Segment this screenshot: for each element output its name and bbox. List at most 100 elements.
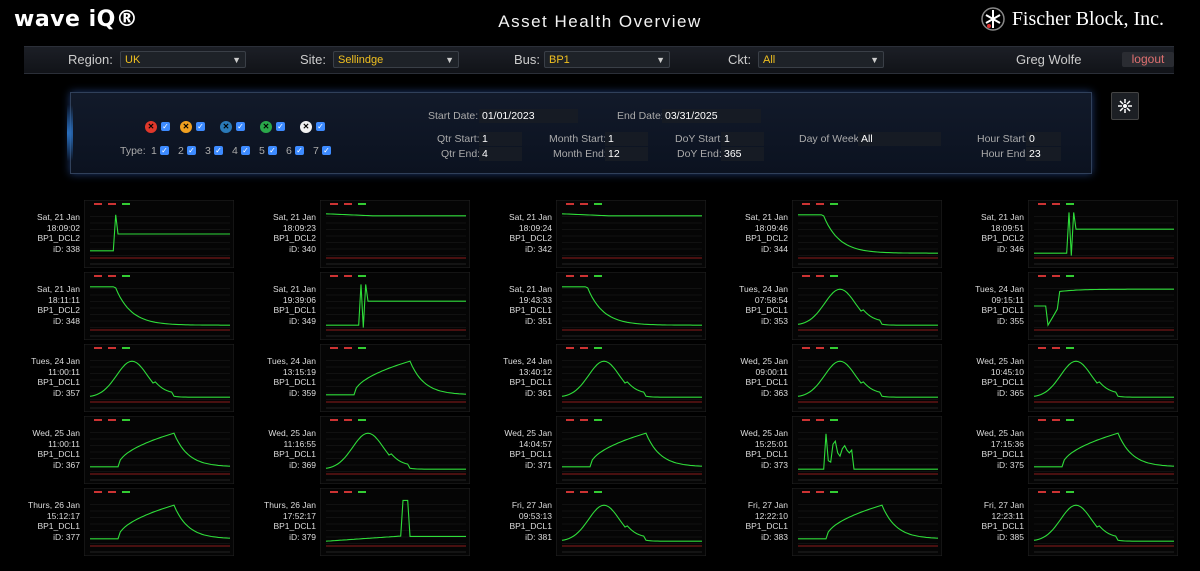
waveform-plot[interactable] bbox=[84, 200, 234, 268]
waveform-plot[interactable] bbox=[1028, 272, 1178, 340]
logout-button[interactable]: logout bbox=[1122, 52, 1174, 67]
type-checkbox[interactable]: ✓ bbox=[214, 146, 223, 155]
event-card[interactable]: Sat, 21 Jan 18:09:46 BP1_DCL2 iD: 344 bbox=[708, 196, 945, 268]
event-time: 18:09:46 bbox=[754, 222, 788, 233]
type-checkbox[interactable]: ✓ bbox=[295, 146, 304, 155]
region-select[interactable]: UK ▼ bbox=[120, 51, 246, 68]
event-circuit: BP1_DCL1 bbox=[273, 521, 316, 531]
waveform-chart bbox=[320, 416, 470, 484]
waveform-chart bbox=[792, 272, 942, 340]
waveform-plot[interactable] bbox=[792, 272, 942, 340]
event-card[interactable]: Wed, 25 Jan 09:00:11 BP1_DCL1 iD: 363 bbox=[708, 340, 945, 412]
event-card[interactable]: Tues, 24 Jan 13:40:12 BP1_DCL1 iD: 361 bbox=[472, 340, 709, 412]
waveform-plot[interactable] bbox=[792, 416, 942, 484]
event-card[interactable]: Tues, 24 Jan 07:58:54 BP1_DCL1 iD: 353 bbox=[708, 268, 945, 340]
qtr-end-input[interactable]: 4 bbox=[479, 147, 522, 161]
end-date-input[interactable]: 03/31/2025 bbox=[662, 109, 761, 123]
start-date-input[interactable]: 01/01/2023 bbox=[479, 109, 578, 123]
event-card[interactable]: Sat, 21 Jan 18:09:51 BP1_DCL2 iD: 346 bbox=[944, 196, 1181, 268]
type-checkbox[interactable]: ✓ bbox=[322, 146, 331, 155]
event-card[interactable]: Wed, 25 Jan 14:04:57 BP1_DCL1 iD: 371 bbox=[472, 412, 709, 484]
cluster-icon bbox=[1118, 99, 1132, 113]
waveform-plot[interactable] bbox=[792, 344, 942, 412]
status-filter-checkbox[interactable]: ✓ bbox=[161, 122, 170, 131]
event-date: Wed, 25 Jan bbox=[976, 428, 1024, 438]
legend-swatch bbox=[816, 419, 824, 421]
event-date: Sat, 21 Jan bbox=[508, 284, 552, 294]
waveform-plot[interactable] bbox=[320, 272, 470, 340]
doy-end-input[interactable]: 365 bbox=[721, 147, 764, 161]
type-checkbox[interactable]: ✓ bbox=[160, 146, 169, 155]
waveform-plot[interactable] bbox=[792, 488, 942, 556]
waveform-plot[interactable] bbox=[556, 344, 706, 412]
event-card[interactable]: Wed, 25 Jan 11:00:11 BP1_DCL1 iD: 367 bbox=[0, 412, 237, 484]
type-checkbox[interactable]: ✓ bbox=[187, 146, 196, 155]
event-card[interactable]: Wed, 25 Jan 11:16:55 BP1_DCL1 iD: 369 bbox=[236, 412, 473, 484]
waveform-plot[interactable] bbox=[320, 488, 470, 556]
event-card[interactable]: Tues, 24 Jan 11:00:11 BP1_DCL1 iD: 357 bbox=[0, 340, 237, 412]
event-date: Wed, 25 Jan bbox=[504, 428, 552, 438]
waveform-plot[interactable] bbox=[792, 200, 942, 268]
event-card[interactable]: Thurs, 26 Jan 17:52:17 BP1_DCL1 iD: 379 bbox=[236, 484, 473, 556]
event-card[interactable]: Fri, 27 Jan 09:53:13 BP1_DCL1 iD: 381 bbox=[472, 484, 709, 556]
hour-end-input[interactable]: 23 bbox=[1026, 147, 1061, 161]
waveform-plot[interactable] bbox=[320, 344, 470, 412]
waveform-plot[interactable] bbox=[1028, 488, 1178, 556]
status-filter-checkbox[interactable]: ✓ bbox=[276, 122, 285, 131]
waveform-plot[interactable] bbox=[1028, 416, 1178, 484]
waveform-plot[interactable] bbox=[556, 200, 706, 268]
waveform-plot[interactable] bbox=[320, 416, 470, 484]
legend-swatch bbox=[594, 419, 602, 421]
hour-start-input[interactable]: 0 bbox=[1026, 132, 1061, 146]
event-card[interactable]: Wed, 25 Jan 10:45:10 BP1_DCL1 iD: 365 bbox=[944, 340, 1181, 412]
status-filter-checkbox[interactable]: ✓ bbox=[236, 122, 245, 131]
event-time: 19:43:33 bbox=[518, 294, 552, 305]
waveform-plot[interactable] bbox=[556, 272, 706, 340]
event-circuit: BP1_DCL2 bbox=[745, 233, 788, 243]
start-date-label: Start Date: bbox=[428, 110, 479, 122]
event-meta: Wed, 25 Jan 09:00:11 BP1_DCL1 iD: 363 bbox=[708, 356, 788, 398]
event-meta: Sat, 21 Jan 18:09:51 BP1_DCL2 iD: 346 bbox=[944, 212, 1024, 254]
status-filter-checkbox[interactable]: ✓ bbox=[196, 122, 205, 131]
status-filter-checkbox[interactable]: ✓ bbox=[316, 122, 325, 131]
waveform-plot[interactable] bbox=[84, 344, 234, 412]
month-end-input[interactable]: 12 bbox=[605, 147, 648, 161]
type-checkbox[interactable]: ✓ bbox=[241, 146, 250, 155]
event-card[interactable]: Fri, 27 Jan 12:22:10 BP1_DCL1 iD: 383 bbox=[708, 484, 945, 556]
site-select[interactable]: Sellindge ▼ bbox=[333, 51, 459, 68]
waveform-plot[interactable] bbox=[84, 416, 234, 484]
waveform-plot[interactable] bbox=[1028, 344, 1178, 412]
event-card[interactable]: Thurs, 26 Jan 15:12:17 BP1_DCL1 iD: 377 bbox=[0, 484, 237, 556]
event-card[interactable]: Wed, 25 Jan 17:15:36 BP1_DCL1 iD: 375 bbox=[944, 412, 1181, 484]
waveform-plot[interactable] bbox=[84, 272, 234, 340]
waveform-plot[interactable] bbox=[84, 488, 234, 556]
event-card[interactable]: Sat, 21 Jan 19:39:06 BP1_DCL1 iD: 349 bbox=[236, 268, 473, 340]
event-card[interactable]: Tues, 24 Jan 09:15:11 BP1_DCL1 iD: 355 bbox=[944, 268, 1181, 340]
event-card[interactable]: Sat, 21 Jan 18:09:24 BP1_DCL2 iD: 342 bbox=[472, 196, 709, 268]
waveform-plot[interactable] bbox=[1028, 200, 1178, 268]
settings-toggle-button[interactable] bbox=[1111, 92, 1139, 120]
type-checkbox[interactable]: ✓ bbox=[268, 146, 277, 155]
legend-swatch bbox=[358, 275, 366, 277]
event-card[interactable]: Fri, 27 Jan 12:23:11 BP1_DCL1 iD: 385 bbox=[944, 484, 1181, 556]
doy-start-input[interactable]: 1 bbox=[721, 132, 764, 146]
event-circuit: BP1_DCL1 bbox=[37, 377, 80, 387]
event-card[interactable]: Sat, 21 Jan 18:09:23 BP1_DCL2 iD: 340 bbox=[236, 196, 473, 268]
event-meta: Sat, 21 Jan 18:09:46 BP1_DCL2 iD: 344 bbox=[708, 212, 788, 254]
ckt-select[interactable]: All ▼ bbox=[758, 51, 884, 68]
event-card[interactable]: Tues, 24 Jan 13:15:19 BP1_DCL1 iD: 359 bbox=[236, 340, 473, 412]
event-card[interactable]: Sat, 21 Jan 18:09:02 BP1_DCL2 iD: 338 bbox=[0, 196, 237, 268]
day-of-week-label: Day of Week: bbox=[799, 133, 862, 145]
event-date: Tues, 24 Jan bbox=[31, 356, 80, 366]
bus-select[interactable]: BP1 ▼ bbox=[544, 51, 670, 68]
qtr-start-input[interactable]: 1 bbox=[479, 132, 522, 146]
waveform-plot[interactable] bbox=[556, 488, 706, 556]
event-card[interactable]: Wed, 25 Jan 15:25:01 BP1_DCL1 iD: 373 bbox=[708, 412, 945, 484]
month-start-input[interactable]: 1 bbox=[605, 132, 648, 146]
event-card[interactable]: Sat, 21 Jan 18:11:11 BP1_DCL2 iD: 348 bbox=[0, 268, 237, 340]
event-date: Fri, 27 Jan bbox=[511, 500, 552, 510]
waveform-plot[interactable] bbox=[556, 416, 706, 484]
day-of-week-input[interactable]: All bbox=[858, 132, 941, 146]
waveform-plot[interactable] bbox=[320, 200, 470, 268]
event-card[interactable]: Sat, 21 Jan 19:43:33 BP1_DCL1 iD: 351 bbox=[472, 268, 709, 340]
